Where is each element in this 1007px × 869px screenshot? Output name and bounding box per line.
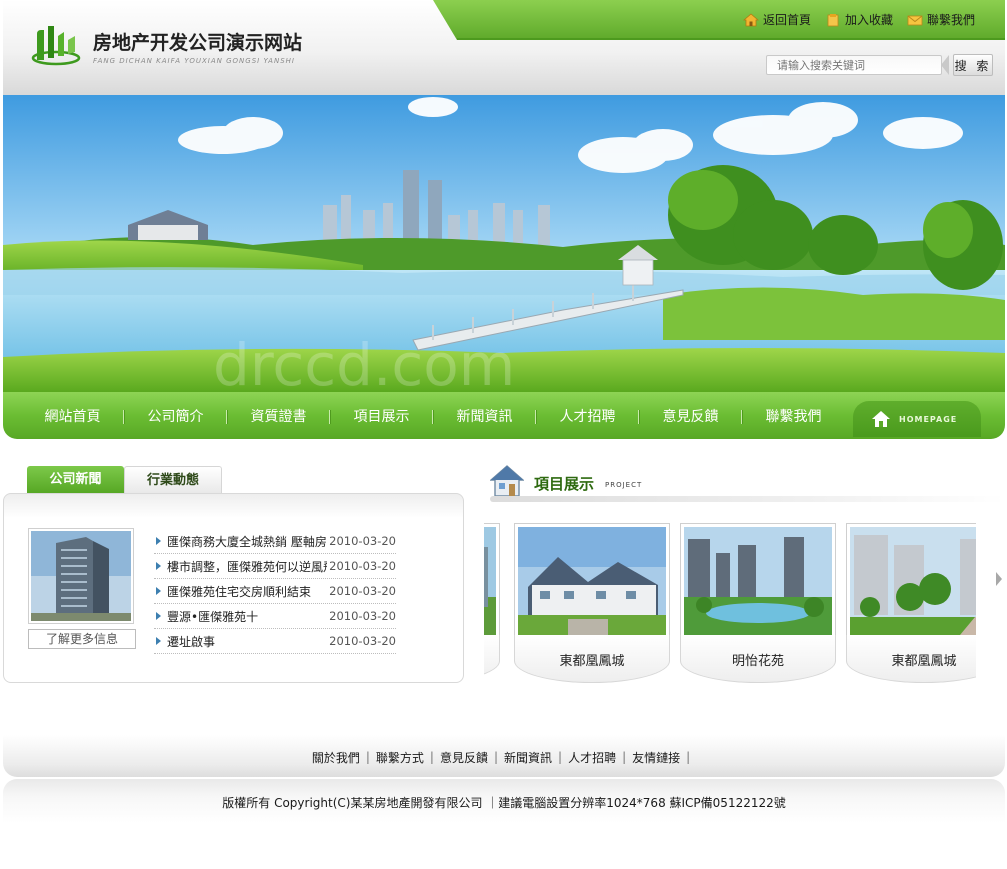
news-item[interactable]: 豐源•匯傑雅苑十 2010-03-20 bbox=[154, 604, 396, 629]
bullet-arrow-icon bbox=[156, 587, 161, 595]
news-item[interactable]: 遷址啟事 2010-03-20 bbox=[154, 629, 396, 654]
nav-item-contact[interactable]: 聯繫我們 bbox=[742, 406, 845, 426]
news-item[interactable]: 匯傑雅苑住宅交房順利結束 2010-03-20 bbox=[154, 579, 396, 604]
projects-divider bbox=[490, 496, 1005, 502]
footer-link-contact[interactable]: 聯繫方式 bbox=[376, 749, 424, 766]
project-card[interactable]: 明怡花苑 bbox=[680, 523, 836, 683]
toplink-contact-label: 聯繫我們 bbox=[926, 13, 975, 27]
toplink-home-label: 返回首頁 bbox=[762, 13, 811, 27]
site-subtitle: FANG DICHAN KAIFA YOUXIAN GONGSI YANSHI bbox=[93, 57, 295, 65]
projects-subtitle: PROJECT bbox=[605, 481, 643, 489]
site-logo[interactable]: 房地产开发公司演示网站 FANG DICHAN KAIFA YOUXIAN GO… bbox=[31, 22, 302, 68]
news-title: 樓市調整，匯傑雅苑何以逆風飛 bbox=[167, 559, 328, 574]
banner-watermark: drccd.com bbox=[213, 331, 515, 392]
news-item[interactable]: 匯傑商務大廈全城熱銷 壓軸房 2010-03-20 bbox=[154, 529, 396, 554]
logo-mark-icon bbox=[31, 26, 81, 66]
toplink-bookmark[interactable]: 加入收藏 bbox=[825, 11, 893, 28]
project-card-partial[interactable] bbox=[484, 523, 500, 683]
carousel-next-arrow-icon[interactable] bbox=[996, 572, 1002, 586]
project-caption: 東都凰鳳城 bbox=[891, 654, 957, 669]
news-tabs: 公司新聞 行業動態 bbox=[27, 466, 222, 494]
home-icon bbox=[872, 411, 890, 427]
toplink-contact[interactable]: 聯繫我們 bbox=[907, 11, 975, 28]
site-title: 房地产开发公司演示网站 bbox=[93, 32, 303, 54]
homepage-button[interactable]: HOMEPAGE bbox=[853, 401, 981, 437]
building-image bbox=[31, 531, 131, 621]
header-green-line bbox=[457, 38, 1005, 40]
news-item[interactable]: 樓市調整，匯傑雅苑何以逆風飛 2010-03-20 bbox=[154, 554, 396, 579]
hero-banner: drccd.com bbox=[3, 95, 1005, 392]
project-image bbox=[484, 527, 496, 635]
news-date: 2010-03-20 bbox=[329, 584, 396, 598]
news-date: 2010-03-20 bbox=[329, 534, 396, 548]
site-header: 房地产开发公司演示网站 FANG DICHAN KAIFA YOUXIAN GO… bbox=[3, 0, 1005, 95]
more-info-button[interactable]: 了解更多信息 bbox=[28, 629, 136, 649]
bullet-arrow-icon bbox=[156, 562, 161, 570]
tab-company-news[interactable]: 公司新聞 bbox=[27, 466, 124, 494]
footer-link-news[interactable]: 新聞資訊 bbox=[504, 749, 552, 766]
footer-link-friends[interactable]: 友情鏈接 bbox=[632, 749, 680, 766]
nav-item-certificates[interactable]: 資質證書 bbox=[227, 406, 330, 426]
news-title: 豐源•匯傑雅苑十 bbox=[167, 609, 259, 624]
homepage-label: HOMEPAGE bbox=[899, 414, 958, 424]
news-panel: 了解更多信息 匯傑商務大廈全城熱銷 壓軸房 2010-03-20 樓市調整，匯傑… bbox=[3, 493, 464, 683]
project-caption: 明怡花苑 bbox=[731, 654, 784, 669]
footer-nav: 關於我們 | 聯繫方式 | 意見反饋 | 新聞資訊 | 人才招聘 | 友情鏈接 | bbox=[3, 735, 1005, 777]
nav-item-news[interactable]: 新聞資訊 bbox=[433, 406, 536, 426]
project-image bbox=[518, 527, 666, 635]
search-button[interactable]: 搜 索 bbox=[953, 54, 993, 76]
nav-item-home[interactable]: 網站首頁 bbox=[21, 406, 124, 426]
main-nav: 網站首頁 公司簡介 資質證書 項目展示 新聞資訊 人才招聘 意見反饋 聯繫我們 … bbox=[3, 392, 1005, 439]
news-title: 匯傑商務大廈全城熱銷 壓軸房 bbox=[167, 534, 327, 549]
search-bar: 搜 索 bbox=[766, 54, 993, 76]
bullet-arrow-icon bbox=[156, 637, 161, 645]
project-card[interactable]: 東都凰鳳城 bbox=[846, 523, 976, 683]
footer-link-about[interactable]: 關於我們 bbox=[312, 749, 360, 766]
project-caption: 東都凰鳳城 bbox=[559, 654, 625, 669]
nav-item-careers[interactable]: 人才招聘 bbox=[536, 406, 639, 426]
bullet-arrow-icon bbox=[156, 537, 161, 545]
project-image bbox=[684, 527, 832, 635]
tab-industry-news[interactable]: 行業動態 bbox=[124, 466, 222, 494]
nav-item-feedback[interactable]: 意見反饋 bbox=[639, 406, 742, 426]
nav-item-projects[interactable]: 項目展示 bbox=[330, 406, 433, 426]
news-title: 匯傑雅苑住宅交房順利結束 bbox=[167, 584, 312, 599]
house-icon bbox=[490, 465, 524, 497]
home-icon bbox=[742, 12, 759, 26]
projects-header: 項目展示 PROJECT bbox=[490, 464, 1005, 504]
footer-link-feedback[interactable]: 意見反饋 bbox=[440, 749, 488, 766]
project-card[interactable]: 東都凰鳳城 bbox=[514, 523, 670, 683]
projects-title: 項目展示 bbox=[534, 475, 595, 493]
search-input[interactable] bbox=[766, 55, 942, 75]
news-title: 遷址啟事 bbox=[167, 634, 216, 649]
news-thumbnail[interactable] bbox=[28, 528, 134, 624]
bookmark-icon bbox=[827, 13, 839, 26]
banner-landscape: drccd.com bbox=[3, 95, 1005, 392]
mail-icon bbox=[907, 15, 923, 25]
bullet-arrow-icon bbox=[156, 612, 161, 620]
toplink-home[interactable]: 返回首頁 bbox=[742, 11, 811, 28]
news-date: 2010-03-20 bbox=[329, 609, 396, 623]
footer-copyright: 版權所有 Copyright(C)某某房地產開發有限公司 ｜建議電腦設置分辨率1… bbox=[3, 779, 1005, 823]
news-date: 2010-03-20 bbox=[329, 559, 396, 573]
projects-carousel: 東都凰鳳城 明怡花苑 東都凰鳳城 bbox=[484, 520, 976, 685]
search-notch bbox=[941, 55, 949, 75]
top-links: 返回首頁 加入收藏 聯繫我們 bbox=[742, 11, 975, 28]
footer-link-careers[interactable]: 人才招聘 bbox=[568, 749, 616, 766]
toplink-bookmark-label: 加入收藏 bbox=[844, 13, 893, 27]
project-image bbox=[850, 527, 976, 635]
nav-item-about[interactable]: 公司簡介 bbox=[124, 406, 227, 426]
news-list: 匯傑商務大廈全城熱銷 壓軸房 2010-03-20 樓市調整，匯傑雅苑何以逆風飛… bbox=[154, 529, 396, 654]
news-date: 2010-03-20 bbox=[329, 634, 396, 648]
